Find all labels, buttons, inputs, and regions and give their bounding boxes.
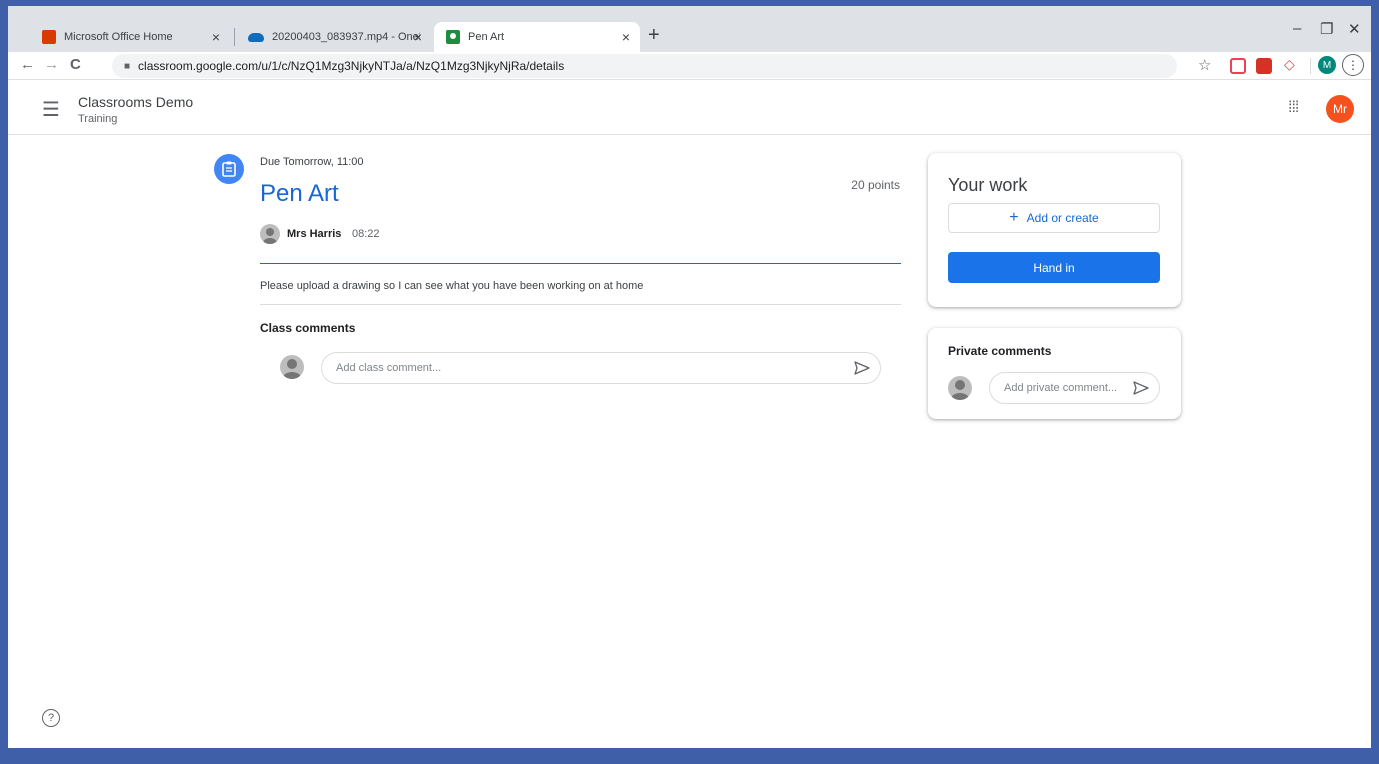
assignment-icon [214,154,244,184]
restore-button[interactable]: ❐ [1320,20,1333,38]
lock-icon: ■ [124,60,131,72]
classroom-icon [446,30,460,44]
address-bar[interactable]: ■ classroom.google.com/u/1/c/NzQ1Mzg3Njk… [112,54,1177,78]
private-comment-placeholder: Add private comment... [1004,382,1118,394]
title-divider [260,263,901,264]
red-extension-icon[interactable] [1256,58,1272,74]
close-window-button[interactable]: ✕ [1348,20,1361,38]
browser-menu-icon[interactable]: ⋮ [1342,54,1364,76]
help-icon[interactable]: ? [42,709,60,727]
tab-separator [234,28,235,46]
class-comment-placeholder: Add class comment... [336,362,442,374]
your-work-title: Your work [948,175,1028,195]
tab-title: Microsoft Office Home [64,31,173,43]
class-comments-heading: Class comments [260,321,356,335]
tab-strip: Microsoft Office Home × 20200403_083937.… [8,6,1371,52]
back-button[interactable]: ← [20,56,35,73]
hamburger-menu-icon[interactable]: ☰ [42,97,60,122]
browser-window: Microsoft Office Home × 20200403_083937.… [8,6,1371,748]
posted-time: 08:22 [352,228,380,240]
add-or-create-button[interactable]: + Add or create [948,203,1160,233]
onedrive-cloud-icon [248,32,264,42]
plus-icon: + [1009,209,1019,226]
commenter-avatar [948,376,972,400]
private-comments-heading: Private comments [948,344,1052,358]
user-avatar[interactable]: Mr [1326,95,1354,123]
tab-close-icon[interactable]: × [622,29,630,45]
tab-title: Pen Art [468,31,505,43]
pocket-extension-icon[interactable] [1230,58,1246,74]
due-date: Due Tomorrow, 11:00 [260,156,364,168]
minimize-button[interactable]: – [1293,20,1301,37]
class-section: Training [78,113,118,125]
add-or-create-label: Add or create [1026,211,1099,225]
browser-toolbar: ← → C ■ classroom.google.com/u/1/c/NzQ1M… [8,52,1371,80]
forward-button[interactable]: → [44,56,59,73]
assignment-title: Pen Art [260,180,339,207]
class-name[interactable]: Classrooms Demo [78,94,193,110]
reload-button[interactable]: C [70,56,81,73]
google-apps-icon[interactable]: ⁞⁞⁞ [1288,99,1299,117]
teacher-avatar [260,224,280,244]
tab-close-icon[interactable]: × [212,29,220,45]
assignment-instructions: Please upload a drawing so I can see wha… [260,280,644,292]
private-comments-card: Private comments Add private comment... [928,328,1181,419]
tab-onedrive-video[interactable]: 20200403_083937.mp4 - OneDri × [236,22,432,52]
classroom-header: ☰ Classrooms Demo Training ⁞⁞⁞ Mr [8,81,1371,135]
send-icon[interactable] [854,361,870,375]
send-icon[interactable] [1133,381,1149,395]
teacher-name: Mrs Harris [287,228,342,240]
tab-microsoft-office-home[interactable]: Microsoft Office Home × [30,22,230,52]
private-comment-input[interactable]: Add private comment... [989,372,1160,404]
assignment-points: 20 points [851,178,900,192]
tab-pen-art[interactable]: Pen Art × [434,22,640,52]
tab-title: 20200403_083937.mp4 - OneDri [272,31,420,43]
browser-profile-avatar[interactable]: M [1318,56,1336,74]
hand-in-button[interactable]: Hand in [948,252,1160,283]
tab-close-icon[interactable]: × [414,29,422,45]
your-work-card: Your work + Add or create Hand in [928,153,1181,307]
toolbar-separator [1310,58,1311,74]
office-icon [42,30,56,44]
new-tab-button[interactable]: + [648,24,660,47]
url-text: classroom.google.com/u/1/c/NzQ1Mzg3NjkyN… [138,59,565,73]
bookmark-star-icon[interactable]: ☆ [1198,56,1214,74]
class-comment-input[interactable]: Add class comment... [321,352,881,384]
instructions-divider [260,304,901,305]
arrow-extension-icon[interactable]: ◇ [1284,56,1300,72]
commenter-avatar [280,355,304,379]
